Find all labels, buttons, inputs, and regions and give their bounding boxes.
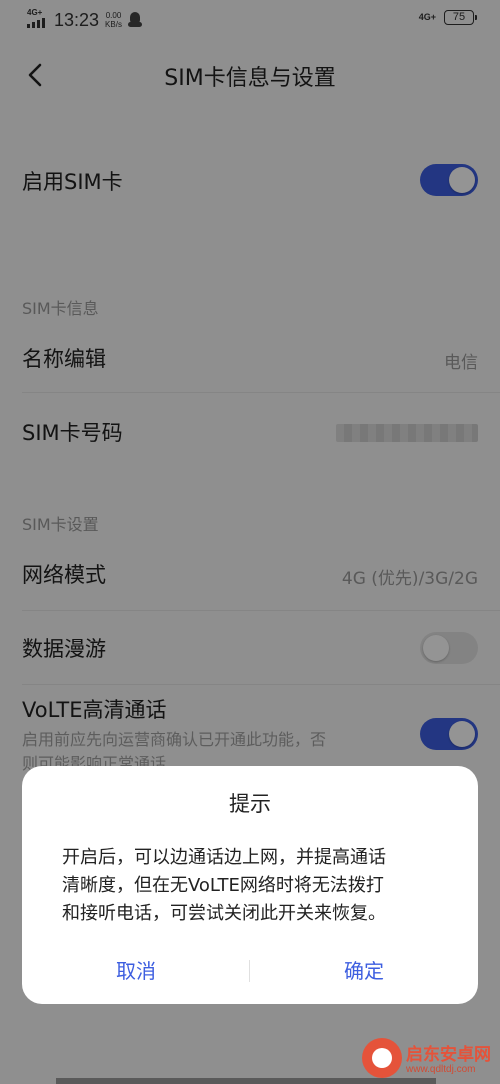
site-watermark: 启东安卓网 www.qdltdj.com <box>362 1036 498 1082</box>
watermark-logo-icon <box>362 1038 402 1078</box>
dialog-message-line2: 清晰度，但在无VoLTE网络时将无法拨打 <box>62 875 384 896</box>
dialog-message-line3: 和接听电话，可尝试关闭此开关来恢复。 <box>62 903 386 924</box>
watermark-url: www.qdltdj.com <box>406 1064 476 1075</box>
watermark-name: 启东安卓网 <box>406 1045 491 1065</box>
confirm-button[interactable]: 确定 <box>250 946 478 996</box>
dialog-message-line1: 开启后，可以边通话边上网，并提高通话 <box>62 847 386 868</box>
cancel-button[interactable]: 取消 <box>22 946 250 996</box>
dialog-buttons: 取消 确定 <box>22 946 478 996</box>
dialog-title: 提示 <box>229 792 271 816</box>
volte-prompt-dialog: 提示 开启后，可以边通话边上网，并提高通话 清晰度，但在无VoLTE网络时将无法… <box>22 766 478 1004</box>
dialog-message: 开启后，可以边通话边上网，并提高通话 清晰度，但在无VoLTE网络时将无法拨打 … <box>62 844 438 928</box>
settings-page: 4G+ 13:23 0.00 KB/s 4G+ 75 SIM卡信息与设置 启用S… <box>0 0 500 1084</box>
